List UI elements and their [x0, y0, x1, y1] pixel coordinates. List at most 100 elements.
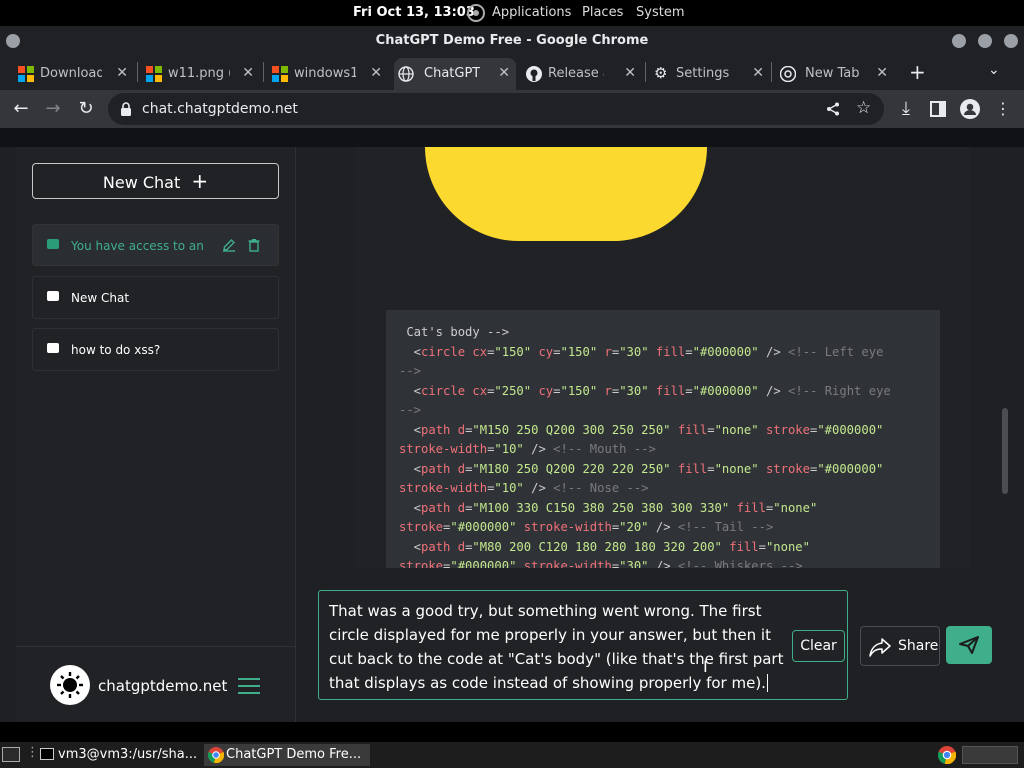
- code-token: "M180 250 Q200 220 220 250": [472, 461, 671, 476]
- maximize-icon[interactable]: [978, 34, 992, 48]
- conversation-item[interactable]: New Chat: [32, 276, 279, 319]
- code-token: stroke-width: [523, 559, 612, 568]
- code-line: -->: [399, 401, 940, 421]
- minimize-icon[interactable]: [952, 34, 966, 48]
- windows-logo-icon: [146, 66, 162, 82]
- tab-chatgpt[interactable]: ChatGPT D ✕: [394, 58, 516, 90]
- code-token: circle: [421, 344, 466, 359]
- tab-w11[interactable]: w11.png (4 ✕: [142, 58, 260, 90]
- brand-name[interactable]: chatgptdemo.net: [98, 677, 227, 695]
- code-token: "150": [560, 383, 598, 398]
- code-token: "none": [765, 539, 810, 554]
- code-token: />: [648, 520, 678, 534]
- code-token: "#000000": [692, 344, 759, 359]
- code-token: fill: [655, 383, 686, 398]
- tab-downloads[interactable]: Downloads ✕: [14, 58, 134, 90]
- sun-icon: [57, 672, 83, 698]
- address-bar[interactable]: chat.chatgptdemo.net ☆: [108, 93, 884, 125]
- back-arrow-icon[interactable]: ←: [10, 98, 32, 120]
- tab-settings[interactable]: ⚙ Settings - ✕: [650, 58, 770, 90]
- show-desktop-icon[interactable]: [2, 747, 20, 762]
- gnome-foot-icon[interactable]: [466, 3, 486, 23]
- system-menu[interactable]: System: [636, 5, 684, 20]
- tab-windows10[interactable]: windows10 ✕: [268, 58, 388, 90]
- navigation-bar: ← → ↻ chat.chatgptdemo.net ☆ ⤓ ⋮: [0, 90, 1024, 128]
- close-icon[interactable]: ✕: [370, 65, 382, 81]
- close-window-icon[interactable]: [1004, 34, 1018, 48]
- code-token: <!-- Tail -->: [677, 520, 774, 534]
- code-token: <!-- Mouth -->: [553, 442, 656, 456]
- tab-new-tab[interactable]: New Tab ✕: [776, 58, 894, 90]
- share-button[interactable]: Share: [860, 626, 940, 666]
- send-button[interactable]: [946, 626, 992, 664]
- code-token: stroke: [399, 520, 444, 534]
- tab-search-chevron-icon[interactable]: ⌄: [988, 62, 1000, 78]
- close-icon[interactable]: ✕: [242, 65, 254, 81]
- side-panel-icon[interactable]: [930, 101, 946, 117]
- code-token: "30": [619, 559, 649, 568]
- plus-icon: +: [191, 169, 209, 193]
- code-token: />: [648, 559, 678, 568]
- edit-pencil-icon[interactable]: [222, 238, 236, 252]
- code-token: "10": [494, 481, 524, 495]
- code-token: "none": [714, 422, 759, 437]
- system-clock[interactable]: Fri Oct 13, 13:03: [353, 5, 475, 20]
- new-tab-plus-icon[interactable]: +: [909, 60, 926, 84]
- code-token: d: [457, 500, 466, 515]
- brand-logo[interactable]: [50, 665, 90, 705]
- globe-icon: [398, 66, 414, 82]
- close-icon[interactable]: ✕: [498, 65, 510, 81]
- kebab-menu-icon[interactable]: ⋮: [992, 98, 1014, 120]
- code-line: Cat's body -->: [399, 323, 940, 343]
- code-token: "#000000": [817, 461, 884, 476]
- mouse-ibeam-cursor: I: [703, 657, 708, 676]
- code-token: <: [399, 344, 422, 359]
- code-token: stroke: [765, 461, 810, 476]
- profile-avatar-icon[interactable]: [960, 99, 980, 119]
- windows-logo-icon: [272, 66, 288, 82]
- new-chat-button[interactable]: New Chat +: [32, 163, 279, 199]
- conversation-item[interactable]: how to do xss?: [32, 328, 279, 371]
- lock-icon[interactable]: [120, 102, 132, 116]
- scrollbar-thumb[interactable]: [1002, 408, 1008, 494]
- code-token: d: [457, 461, 466, 476]
- reload-icon[interactable]: ↻: [75, 98, 97, 120]
- places-menu[interactable]: Places: [582, 5, 623, 20]
- clear-button[interactable]: Clear: [792, 630, 845, 662]
- close-icon[interactable]: ✕: [752, 65, 764, 81]
- message-input[interactable]: That was a good try, but something went …: [318, 590, 848, 700]
- close-icon[interactable]: ✕: [624, 65, 636, 81]
- close-icon[interactable]: ✕: [876, 65, 888, 81]
- hamburger-menu-icon[interactable]: [238, 678, 260, 694]
- code-token: =: [685, 383, 693, 398]
- share-page-icon[interactable]: [826, 102, 840, 116]
- window-titlebar[interactable]: ChatGPT Demo Free - Google Chrome: [0, 26, 1024, 54]
- code-token: r: [604, 383, 612, 398]
- chrome-tray-icon[interactable]: [938, 746, 956, 764]
- code-token: d: [457, 422, 466, 437]
- tab-strip: Downloads ✕ w11.png (4 ✕ windows10 ✕ Cha…: [0, 54, 1024, 90]
- chat-bubble-icon: [47, 291, 59, 301]
- forward-arrow-icon[interactable]: →: [42, 98, 64, 120]
- applications-menu[interactable]: Applications: [492, 5, 571, 20]
- url-text[interactable]: chat.chatgptdemo.net: [142, 101, 298, 117]
- trash-icon[interactable]: [247, 238, 261, 252]
- taskbar-terminal[interactable]: vm3@vm3:/usr/sha...: [36, 744, 200, 766]
- tab-separator: [771, 62, 772, 82]
- terminal-icon: [40, 748, 54, 760]
- code-token: <!-- Whiskers -->: [677, 559, 803, 568]
- bookmark-star-icon[interactable]: ☆: [856, 98, 871, 118]
- workspace-switcher[interactable]: [962, 746, 1018, 764]
- code-token: =: [685, 344, 693, 359]
- tab-release[interactable]: Release a ✕: [522, 58, 642, 90]
- close-icon[interactable]: ✕: [116, 65, 128, 81]
- github-icon: [526, 66, 542, 82]
- taskbar-chrome[interactable]: ChatGPT Demo Fre...: [204, 744, 370, 766]
- conversation-item-active[interactable]: You have access to an...: [32, 224, 279, 266]
- download-icon[interactable]: ⤓: [895, 98, 917, 120]
- text-cursor: [766, 674, 768, 692]
- code-token: cx: [472, 383, 488, 398]
